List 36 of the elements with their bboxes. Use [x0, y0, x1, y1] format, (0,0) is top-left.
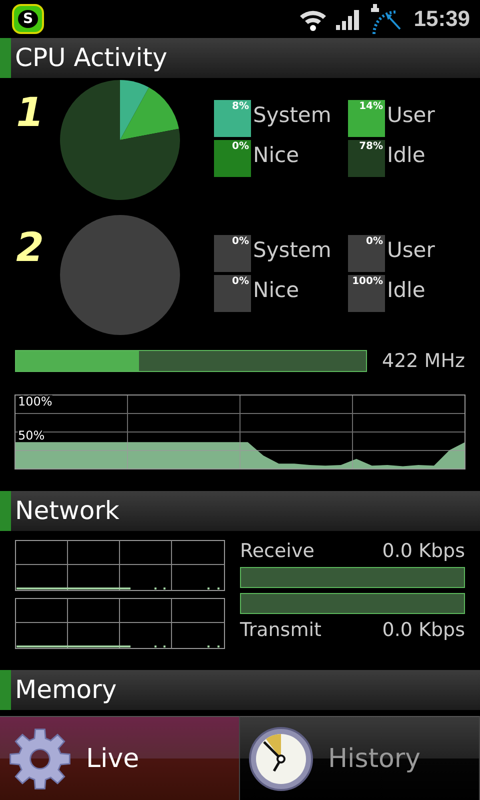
transmit-rate: 0.0 Kbps	[382, 619, 465, 641]
notification-icon[interactable]: S	[12, 4, 44, 34]
legend-label: User	[386, 237, 435, 264]
core-number: 2	[15, 225, 45, 271]
legend-label: System	[252, 237, 332, 264]
charging-gauge-icon	[370, 4, 402, 34]
percent-value: 78%	[359, 141, 383, 152]
tab[interactable]: Live	[0, 716, 240, 800]
section-header: Memory	[0, 670, 480, 710]
legend-label: Nice	[252, 277, 300, 304]
legend-label: Idle	[386, 142, 426, 169]
percent-value: 0%	[366, 236, 383, 247]
legend-label: Nice	[252, 142, 300, 169]
legend-label: Idle	[386, 277, 426, 304]
signal-icon	[336, 8, 362, 30]
percent-value: 0%	[232, 276, 249, 287]
legend-label: System	[252, 102, 332, 129]
frequency-reading: 422 MHz	[382, 350, 465, 372]
axis-label: 50%	[18, 428, 45, 442]
gear-icon	[8, 726, 72, 792]
percent-value: 100%	[352, 276, 383, 287]
section-header: Network	[0, 491, 480, 531]
percent-value: 0%	[232, 141, 249, 152]
section-header: CPU Activity	[0, 38, 480, 78]
legend-label: User	[386, 102, 435, 129]
percent-value: 8%	[232, 101, 249, 112]
receive-label: Receive	[240, 540, 314, 562]
transmit-label: Transmit	[240, 619, 322, 641]
tab[interactable]: History	[240, 716, 480, 800]
receive-rate: 0.0 Kbps	[382, 540, 465, 562]
percent-value: 14%	[359, 101, 383, 112]
clock-icon	[248, 726, 314, 792]
core-number: 1	[15, 90, 45, 136]
percent-value: 0%	[232, 236, 249, 247]
clock-time: 15:39	[414, 6, 470, 32]
axis-label: 100%	[18, 394, 52, 409]
